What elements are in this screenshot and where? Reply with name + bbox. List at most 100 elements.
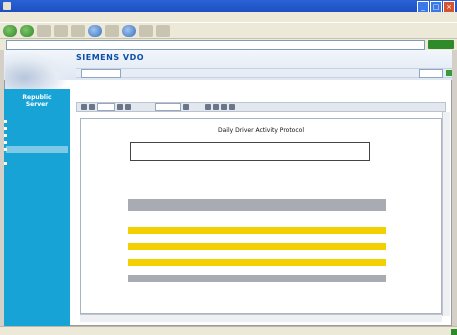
zoom-select[interactable]: [155, 103, 181, 111]
table-cell: [128, 211, 150, 218]
table-cell: [292, 243, 318, 250]
browser-toolbar: [0, 22, 457, 38]
table-cell: [318, 211, 340, 218]
table-cell: [318, 275, 340, 282]
table-cell: [292, 275, 318, 282]
column-header: [266, 199, 292, 211]
column-header: [220, 199, 246, 211]
prev-page-icon[interactable]: [89, 104, 95, 110]
table-cell: [292, 219, 318, 226]
column-header: [246, 199, 266, 211]
help-icon[interactable]: [446, 70, 452, 76]
table-cell: [150, 259, 172, 266]
sidebar-title: Republic Server: [4, 94, 70, 108]
table-cell: [266, 235, 292, 242]
back-icon[interactable]: [3, 24, 17, 37]
table-cell: [318, 227, 340, 234]
table-cell: [220, 227, 246, 234]
table-cell: [318, 251, 340, 258]
table-cell: [128, 251, 150, 258]
filter-select[interactable]: [81, 68, 121, 78]
forward-icon[interactable]: [20, 24, 34, 37]
sidebar-subitem[interactable]: [6, 153, 68, 160]
vertical-scrollbar[interactable]: [442, 112, 450, 316]
table-row: [128, 219, 386, 227]
refresh-report-icon[interactable]: [221, 104, 227, 110]
table-cell: [172, 235, 194, 242]
table-cell: [150, 243, 172, 250]
sidebar-item[interactable]: [4, 160, 68, 167]
table-cell: [128, 275, 150, 282]
table-row: [128, 259, 386, 267]
brand-logo: SIEMENS VDO: [76, 53, 145, 62]
column-header: [318, 199, 340, 211]
page-number-input[interactable]: [97, 103, 115, 111]
print-report-icon[interactable]: [213, 104, 219, 110]
settings-icon[interactable]: [229, 104, 235, 110]
resize-grip-icon[interactable]: [451, 329, 457, 335]
sidebar-title-line2: Server: [25, 101, 49, 108]
last-page-icon[interactable]: [125, 104, 131, 110]
table-cell: [172, 267, 194, 274]
table-row: [128, 275, 386, 283]
sidebar-item[interactable]: [4, 125, 68, 132]
column-header: [362, 199, 386, 211]
table-cell: [128, 243, 150, 250]
table-cell: [340, 275, 362, 282]
table-cell: [172, 211, 194, 218]
column-header: [194, 199, 220, 211]
go-button[interactable]: [428, 40, 454, 49]
table-cell: [172, 227, 194, 234]
export-icon[interactable]: [205, 104, 211, 110]
table-cell: [292, 251, 318, 258]
address-input[interactable]: [6, 39, 425, 50]
table-cell: [150, 275, 172, 282]
sidebar-item[interactable]: [4, 132, 68, 139]
table-cell: [172, 275, 194, 282]
favorites-icon[interactable]: [105, 24, 119, 37]
table-cell: [340, 211, 362, 218]
table-cell: [172, 251, 194, 258]
search-icon[interactable]: [88, 24, 102, 37]
table-cell: [340, 259, 362, 266]
refresh-icon[interactable]: [54, 24, 68, 37]
sidebar-item[interactable]: [4, 118, 68, 125]
stop-icon[interactable]: [37, 24, 51, 37]
table-cell: [194, 259, 220, 266]
table-cell: [246, 251, 266, 258]
table-cell: [292, 259, 318, 266]
browser-icon: [3, 2, 11, 10]
report-toolbar: [76, 102, 446, 112]
table-cell: [362, 227, 386, 234]
mail-icon[interactable]: [139, 24, 153, 37]
table-cell: [128, 235, 150, 242]
report-title: Daily Driver Activity Protocol: [218, 127, 304, 134]
first-page-icon[interactable]: [81, 104, 87, 110]
next-page-icon[interactable]: [117, 104, 123, 110]
language-select[interactable]: [419, 68, 443, 78]
sidebar-item[interactable]: [4, 139, 68, 146]
find-icon[interactable]: [183, 104, 189, 110]
table-cell: [266, 275, 292, 282]
table-cell: [194, 235, 220, 242]
table-cell: [340, 227, 362, 234]
table-row: [128, 235, 386, 243]
table-cell: [340, 267, 362, 274]
table-cell: [220, 267, 246, 274]
table-cell: [246, 259, 266, 266]
table-row: [128, 227, 386, 235]
table-cell: [194, 267, 220, 274]
table-cell: [194, 227, 220, 234]
column-header: [128, 199, 150, 211]
print-icon[interactable]: [156, 24, 170, 37]
table-cell: [266, 243, 292, 250]
sidebar-item-active[interactable]: [4, 146, 68, 153]
table-cell: [362, 219, 386, 226]
table-cell: [220, 259, 246, 266]
table-cell: [194, 211, 220, 218]
horizontal-scrollbar[interactable]: [80, 314, 442, 322]
home-icon[interactable]: [71, 24, 85, 37]
history-icon[interactable]: [122, 24, 136, 37]
table-cell: [128, 219, 150, 226]
table-cell: [128, 267, 150, 274]
